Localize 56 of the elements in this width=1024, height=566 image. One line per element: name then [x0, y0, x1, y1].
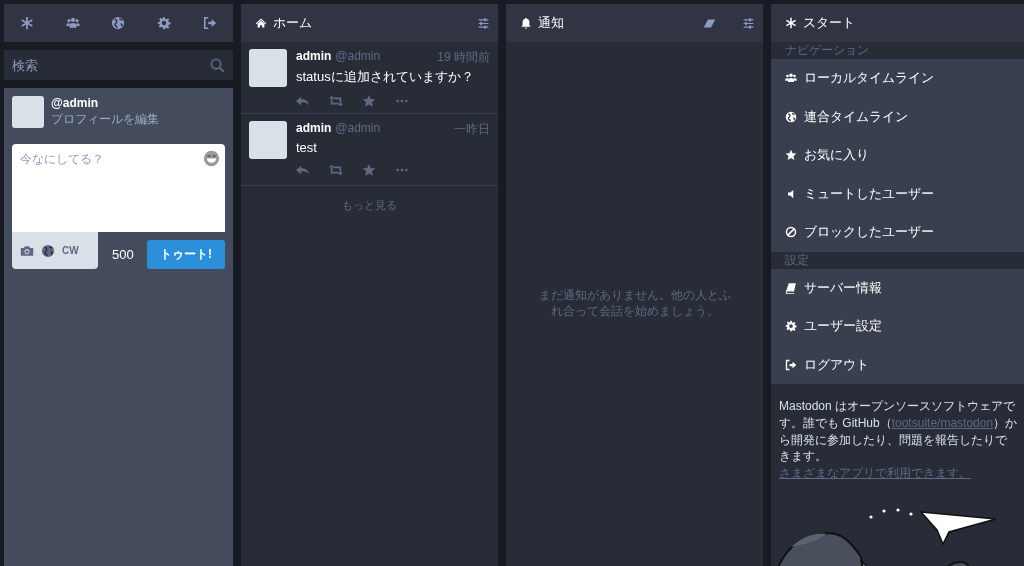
empty-message: まだ通知がありません。他の人とふれ合って会話を始めましょう。: [537, 288, 732, 320]
star-icon: [362, 94, 376, 108]
cw-button[interactable]: CW: [62, 245, 79, 256]
edit-profile-link[interactable]: プロフィールを編集: [51, 111, 159, 128]
account-handle: @admin: [51, 96, 100, 110]
character-counter: 500: [112, 247, 134, 262]
globe-icon: [111, 16, 126, 30]
block-icon: [785, 226, 797, 239]
people-icon: [65, 16, 80, 30]
avatar: [12, 96, 44, 128]
display-name[interactable]: admin: [296, 121, 332, 138]
status-text: statusに追加されていますか？: [296, 68, 475, 86]
menu-item[interactable]: ブロックしたユーザー: [771, 213, 1024, 252]
asterisk-icon: [19, 16, 34, 30]
boost-icon[interactable]: [329, 94, 343, 108]
avatar: [249, 121, 287, 159]
account-handle: @admin: [335, 121, 381, 137]
account-handle: @admin: [335, 49, 381, 65]
people-icon: [785, 72, 797, 85]
emoji-icon[interactable]: [203, 150, 220, 167]
display-name[interactable]: admin: [296, 49, 332, 66]
eraser-icon[interactable]: [703, 16, 716, 30]
avatar: [249, 49, 287, 87]
boost-icon[interactable]: [329, 163, 343, 177]
star-icon: [785, 149, 797, 162]
settings-icon: [785, 320, 797, 333]
reply-icon[interactable]: [296, 163, 310, 177]
about-text: Mastodon はオープンソースソフトウェアです。誰でも GitHub（tootsuite/mastodon）から開発に参加したり、問題を報告したりできます。 さまざまなアプリで利用できます。: [779, 398, 1018, 482]
bell-icon: [520, 17, 532, 29]
column-title: スタート: [803, 14, 855, 32]
globe-icon: [785, 110, 797, 123]
sliders-icon[interactable]: [742, 16, 755, 30]
column-title: 通知: [538, 14, 564, 32]
menu-item[interactable]: ローカルタイムライン: [771, 59, 1024, 98]
sliders-icon[interactable]: [477, 16, 490, 30]
book-icon: [785, 281, 797, 294]
home-icon: [255, 17, 267, 29]
menu-item[interactable]: 連合タイムライン: [771, 97, 1024, 136]
asterisk-icon: [785, 17, 797, 29]
menu-item[interactable]: ログアウト: [771, 345, 1024, 384]
logout-icon: [785, 358, 797, 371]
menu-item[interactable]: ユーザー設定: [771, 307, 1024, 346]
camera-icon[interactable]: [20, 243, 34, 258]
reply-icon[interactable]: [296, 94, 310, 108]
logout-icon: [203, 16, 218, 30]
compose-field[interactable]: 今なにしてる？: [12, 144, 225, 232]
settings-icon: [157, 16, 172, 30]
globe-icon: [41, 243, 55, 258]
search-icon: [210, 58, 225, 73]
star-icon: [362, 163, 376, 177]
column-title: ホーム: [273, 14, 312, 32]
menu-item[interactable]: ミュートしたユーザー: [771, 174, 1024, 213]
menu-item[interactable]: サーバー情報: [771, 268, 1024, 307]
search-field[interactable]: 検索: [4, 50, 233, 80]
status-text: test: [296, 140, 318, 155]
menu-item[interactable]: お気に入り: [771, 136, 1024, 175]
